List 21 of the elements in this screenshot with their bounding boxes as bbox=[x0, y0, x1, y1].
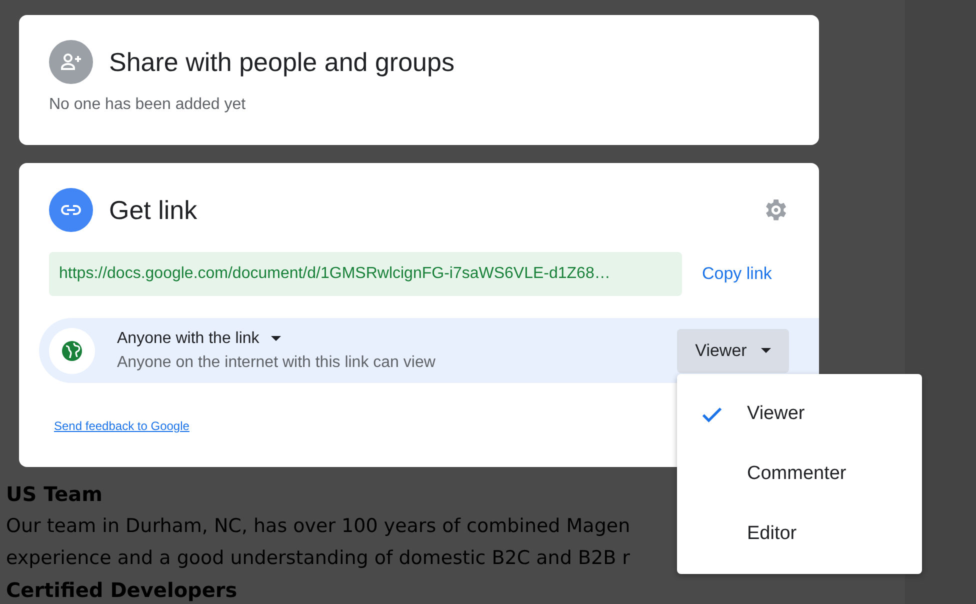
feedback-link[interactable]: Send feedback to Google bbox=[54, 419, 190, 433]
menu-item[interactable]: Viewer bbox=[677, 384, 922, 444]
panel-title: Get link bbox=[109, 194, 198, 226]
document-heading: Certified Developers bbox=[6, 577, 238, 604]
link-field[interactable]: https://docs.google.com/document/d/1GMSRwlcignFG-i7saWS6VLE-d1Z68… bbox=[49, 252, 682, 296]
panel-title: Share with people and groups bbox=[109, 46, 454, 78]
globe-icon bbox=[49, 328, 95, 374]
document-paragraph: Our team in Durham, NC, has over 100 years of combined Magen bbox=[6, 514, 630, 539]
access-description: Anyone on the internet with this link can view bbox=[117, 354, 436, 372]
link-icon bbox=[49, 188, 93, 232]
status-text: No one has been added yet bbox=[49, 96, 247, 114]
menu-item[interactable]: Editor bbox=[677, 504, 922, 564]
document-heading: US Team bbox=[6, 481, 102, 508]
role-dropdown[interactable]: Viewer bbox=[677, 328, 789, 372]
caret-icon bbox=[760, 348, 771, 353]
document-paragraph: experience and a good understanding of domestic B2C and B2B r bbox=[6, 546, 630, 571]
copy-link-button[interactable]: Copy link bbox=[692, 256, 782, 292]
add-person-icon bbox=[49, 40, 93, 84]
access-dropdown[interactable]: Anyone with the link bbox=[117, 330, 436, 348]
caret-icon bbox=[271, 336, 282, 341]
menu-item[interactable]: Commenter bbox=[677, 444, 922, 504]
